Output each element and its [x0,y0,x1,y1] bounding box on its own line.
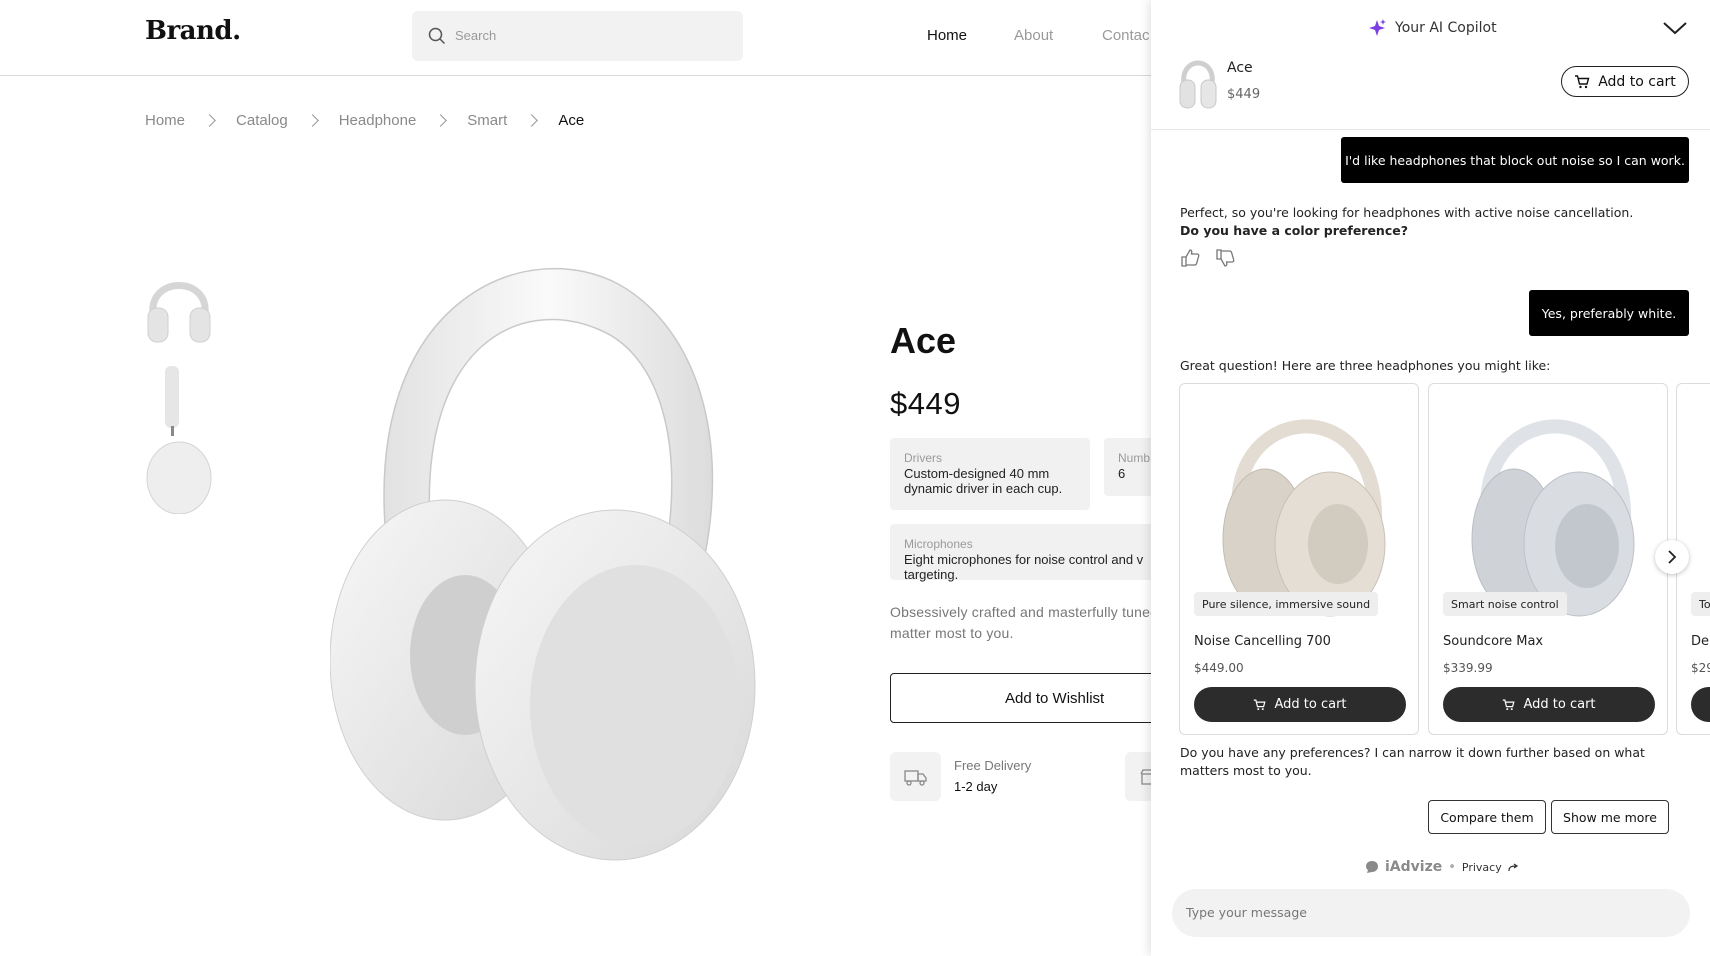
store-page: Brand. Search Home About Contac Home Cat… [0,0,1176,956]
message-input[interactable]: Type your message [1172,889,1690,937]
header-add-to-cart-button[interactable]: Add to cart [1561,66,1689,97]
add-to-cart-button[interactable]: Add to cart [1443,687,1655,722]
current-product-thumbnail [1179,60,1217,109]
bot-message: Do you have any preferences? I can narro… [1180,745,1645,778]
chevron-right-icon [203,114,216,127]
bot-question: Do you have a color preference? [1180,223,1408,238]
breadcrumb: Home Catalog Headphone Smart Ace [145,112,584,129]
cart-icon [1254,699,1267,710]
add-to-cart-label: Add to cart [1598,73,1676,90]
cart-icon [1503,699,1516,710]
delivery-time: 1-2 day [954,779,998,794]
top-navigation-bar: Brand. Search Home About Contac [0,0,1152,76]
add-to-cart-button[interactable] [1691,687,1710,722]
product-thumbnail-side[interactable] [145,366,213,514]
product-title: Ace [890,320,957,361]
product-name: Soundcore Max [1443,634,1544,649]
show-me-more-button[interactable]: Show me more [1551,800,1669,834]
carousel-next-button[interactable] [1655,540,1689,574]
product-card[interactable]: Pure silence, immersive sound Noise Canc… [1179,383,1419,735]
product-card[interactable]: Smart noise control Soundcore Max $339.9… [1428,383,1668,735]
spec-microphones: Microphones Eight microphones for noise … [890,524,1170,582]
powered-by: iAdvize • Privacy [1365,859,1519,875]
chat-bubble-icon [1366,861,1378,873]
privacy-link[interactable]: Privacy [1462,861,1502,874]
add-to-cart-label: Add to cart [1274,697,1347,712]
search-placeholder: Search [455,28,497,43]
product-main-image [330,267,756,861]
chevron-down-icon[interactable] [1661,16,1689,40]
breadcrumb-home[interactable]: Home [145,112,185,129]
user-message: Yes, preferably white. [1529,290,1689,336]
breadcrumb-headphone[interactable]: Headphone [339,112,417,129]
current-product-price: $449 [1227,87,1261,102]
user-message: I'd like headphones that block out noise… [1341,137,1689,183]
nav-about-link[interactable]: About [1014,27,1053,44]
bot-message: Great question! Here are three headphone… [1180,358,1551,373]
brand-logo[interactable]: Brand. [145,16,241,46]
search-icon [428,27,446,45]
add-to-wishlist-button[interactable]: Add to Wishlist [890,673,1170,723]
current-product-name: Ace [1227,60,1253,76]
spec-label: Drivers [904,451,942,465]
product-image [1471,419,1635,617]
product-image [1222,419,1386,617]
external-link-icon [1508,863,1518,871]
copilot-title-text: Your AI Copilot [1395,20,1497,36]
thumbs-up-icon[interactable] [1180,249,1200,267]
copilot-header: Your AI Copilot Ace $449 Add to cart [1151,0,1710,130]
chevron-right-icon [1668,550,1677,564]
product-price: $449.00 [1194,661,1244,675]
product-name: Noise Cancelling 700 [1194,634,1331,649]
product-tag: To [1691,592,1710,616]
spec-value: 6 [1118,466,1126,481]
product-description: Obsessively crafted and masterfully tune… [890,604,1159,641]
breadcrumb-catalog[interactable]: Catalog [236,112,288,129]
product-name: De [1691,634,1710,649]
sparkle-icon [1369,19,1386,36]
copilot-title: Your AI Copilot [1368,19,1497,37]
product-price: $449 [890,386,961,421]
spec-label: Microphones [904,537,973,551]
nav-contact-link[interactable]: Contac [1102,27,1150,44]
separator-dot: • [1448,859,1456,875]
chevron-right-icon [525,114,539,127]
search-input[interactable]: Search [412,11,743,61]
cart-icon [1575,74,1590,88]
chevron-right-icon [434,114,448,127]
add-to-cart-button[interactable]: Add to cart [1194,687,1406,722]
bot-message: Perfect, so you're looking for headphone… [1180,204,1633,240]
product-thumbnail-front[interactable] [145,264,213,348]
nav-home-link[interactable]: Home [927,27,967,44]
ai-copilot-panel: Your AI Copilot Ace $449 Add to cart I'd… [1151,0,1710,956]
spec-value: Custom-designed 40 mm dynamic driver in … [904,466,1063,496]
thumbs-down-icon[interactable] [1215,249,1235,267]
add-to-cart-label: Add to cart [1523,697,1596,712]
product-tag: Smart noise control [1443,592,1567,616]
message-input-placeholder: Type your message [1186,905,1307,920]
spec-value: Eight microphones for noise control and … [904,552,1144,582]
breadcrumb-current: Ace [558,112,585,129]
spec-label: Numb [1118,451,1151,465]
bot-message-line: Perfect, so you're looking for headphone… [1180,205,1634,220]
compare-them-button[interactable]: Compare them [1428,800,1546,834]
delivery-truck-icon [890,752,941,801]
product-price: $29 [1691,661,1710,675]
delivery-title: Free Delivery [954,758,1032,773]
product-tag: Pure silence, immersive sound [1194,592,1379,616]
breadcrumb-smart[interactable]: Smart [467,112,507,129]
chevron-right-icon [305,114,319,127]
iadvize-logo: iAdvize [1385,859,1443,875]
spec-drivers: Drivers Custom-designed 40 mm dynamic dr… [890,438,1090,510]
product-price: $339.99 [1443,661,1493,675]
